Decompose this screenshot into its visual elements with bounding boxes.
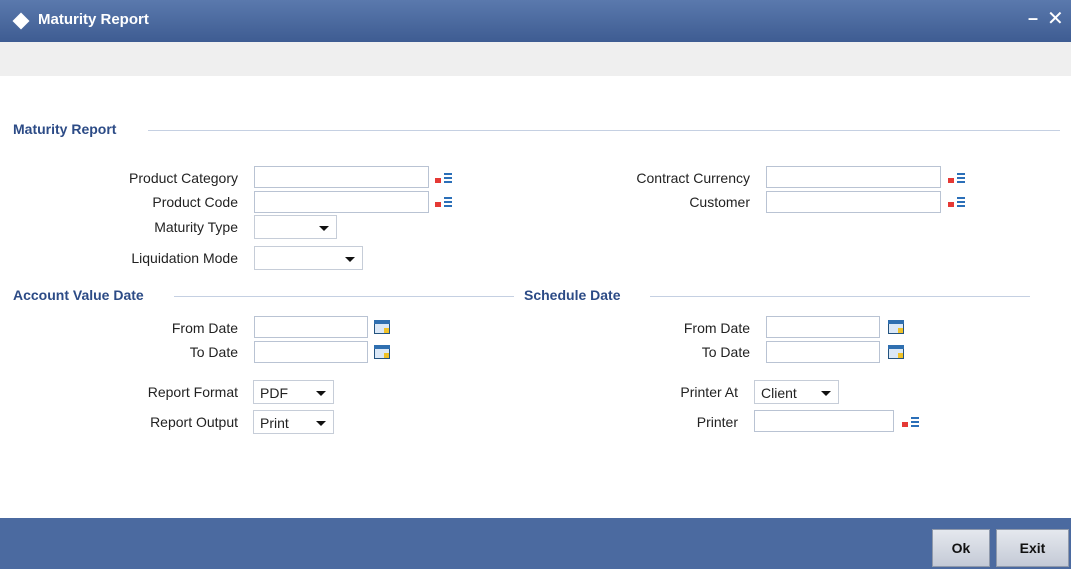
report-output-value: Print (260, 415, 289, 431)
toolbar-strip (0, 42, 1071, 76)
product-category-lov-icon[interactable] (433, 169, 455, 187)
maturity-type-select[interactable] (254, 215, 337, 239)
liquidation-mode-label: Liquidation Mode (131, 250, 238, 266)
account-to-date-input[interactable] (254, 341, 368, 363)
printer-at-label: Printer At (680, 384, 738, 400)
section-heading-account-value-date: Account Value Date (13, 287, 144, 303)
product-code-input[interactable] (254, 191, 429, 213)
report-output-select[interactable]: Print (253, 410, 334, 434)
chevron-down-icon (821, 391, 831, 396)
printer-lov-icon[interactable] (900, 413, 922, 431)
account-to-date-label: To Date (189, 344, 238, 360)
account-to-date-calendar-icon[interactable] (372, 343, 394, 361)
chevron-down-icon (319, 226, 329, 231)
exit-button[interactable]: Exit (996, 529, 1069, 567)
schedule-to-date-calendar-icon[interactable] (886, 343, 908, 361)
contract-currency-input[interactable] (766, 166, 941, 188)
product-category-input[interactable] (254, 166, 429, 188)
contract-currency-lov-icon[interactable] (946, 169, 968, 187)
customer-lov-icon[interactable] (946, 193, 968, 211)
account-from-date-input[interactable] (254, 316, 368, 338)
schedule-to-date-label: To Date (701, 344, 750, 360)
section-heading-schedule-date: Schedule Date (524, 287, 621, 303)
report-format-select[interactable]: PDF (253, 380, 334, 404)
customer-label: Customer (689, 194, 750, 210)
liquidation-mode-select[interactable] (254, 246, 363, 270)
schedule-from-date-input[interactable] (766, 316, 880, 338)
divider (650, 296, 1030, 297)
chevron-down-icon (345, 257, 355, 262)
report-output-label: Report Output (150, 414, 238, 430)
ok-button[interactable]: Ok (932, 529, 990, 567)
printer-at-value: Client (761, 385, 797, 401)
product-code-lov-icon[interactable] (433, 193, 455, 211)
footer-bar (0, 518, 1071, 569)
minimize-button[interactable]: – (1028, 8, 1038, 29)
printer-label: Printer (696, 414, 738, 430)
close-button[interactable]: ✕ (1047, 6, 1064, 31)
window-titlebar: Maturity Report – ✕ (0, 0, 1071, 42)
diamond-icon (12, 12, 30, 30)
report-format-label: Report Format (147, 384, 238, 400)
chevron-down-icon (316, 391, 326, 396)
maturity-type-label: Maturity Type (154, 219, 238, 235)
contract-currency-label: Contract Currency (636, 170, 750, 186)
divider (148, 130, 1060, 131)
schedule-from-date-label: From Date (683, 320, 750, 336)
customer-input[interactable] (766, 191, 941, 213)
product-code-label: Product Code (152, 194, 238, 210)
printer-at-select[interactable]: Client (754, 380, 839, 404)
window-title: Maturity Report (38, 11, 149, 28)
schedule-from-date-calendar-icon[interactable] (886, 318, 908, 336)
schedule-to-date-input[interactable] (766, 341, 880, 363)
report-format-value: PDF (260, 385, 288, 401)
account-from-date-calendar-icon[interactable] (372, 318, 394, 336)
chevron-down-icon (316, 421, 326, 426)
account-from-date-label: From Date (171, 320, 238, 336)
printer-input[interactable] (754, 410, 894, 432)
section-heading-maturity-report: Maturity Report (13, 121, 117, 137)
product-category-label: Product Category (129, 170, 238, 186)
divider (174, 296, 514, 297)
